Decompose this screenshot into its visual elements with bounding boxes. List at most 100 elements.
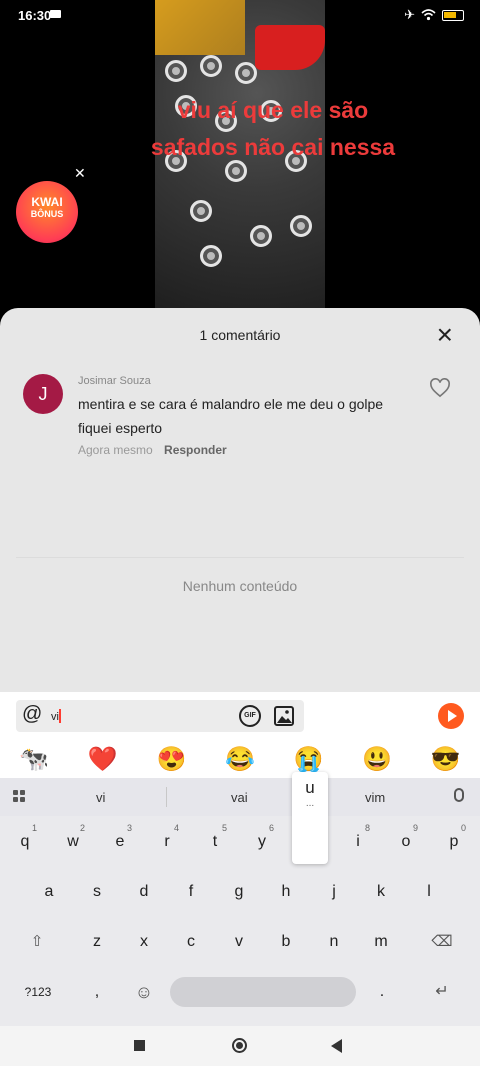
space-key[interactable]	[170, 977, 356, 1007]
key-j[interactable]: j	[314, 872, 354, 912]
camera-icon	[50, 10, 61, 18]
key-d[interactable]: d	[124, 872, 164, 912]
key-x[interactable]: x	[124, 922, 164, 962]
kwai-bonus-button[interactable]: KWAI BÔNUS	[16, 181, 78, 243]
emoji-button[interactable]: 🐄	[19, 745, 49, 774]
key-o[interactable]: o9	[386, 822, 426, 862]
key-n[interactable]: n	[314, 922, 354, 962]
key-preview-hint: ...	[305, 798, 315, 809]
caption-line: safados não cai nessa	[150, 134, 396, 160]
key-p[interactable]: p0	[434, 822, 474, 862]
key-label: r	[164, 833, 170, 850]
home-icon[interactable]	[232, 1038, 247, 1053]
keyboard-suggestion-bar: vi vai vim	[0, 778, 480, 816]
key-v[interactable]: v	[219, 922, 259, 962]
key-label: t	[212, 833, 218, 850]
comma-key[interactable]: ,	[77, 972, 117, 1012]
key-preview-popup: u ...	[292, 772, 328, 864]
key-i[interactable]: i8	[338, 822, 378, 862]
video-object	[190, 200, 212, 222]
emoji-bar: 🐄 ❤️ 😍 😂 😭 😃 😎	[0, 740, 480, 778]
key-z[interactable]: z	[77, 922, 117, 962]
key-g[interactable]: g	[219, 872, 259, 912]
key-t[interactable]: t5	[195, 822, 235, 862]
comment-meta: Agora mesmo Responder	[78, 443, 227, 457]
suggestion-item[interactable]: vi	[96, 790, 105, 805]
key-l[interactable]: l	[409, 872, 449, 912]
comment-text: mentira e se cara é malandro ele me deu …	[78, 396, 384, 436]
divider	[166, 787, 167, 807]
period-key[interactable]: .	[362, 972, 402, 1012]
video-object	[200, 245, 222, 267]
key-m[interactable]: m	[361, 922, 401, 962]
emoji-button[interactable]: 😂	[225, 745, 255, 774]
key-label: y	[258, 833, 266, 850]
key-a[interactable]: a	[29, 872, 69, 912]
key-y[interactable]: y6	[242, 822, 282, 862]
key-b[interactable]: b	[266, 922, 306, 962]
kwai-bonus-subtitle: BÔNUS	[30, 209, 64, 219]
emoji-button[interactable]: 😍	[156, 745, 186, 774]
microphone-icon[interactable]	[454, 788, 464, 802]
video-caption: viu aí que ele são safados não cai nessa	[0, 92, 480, 166]
suggestion-item[interactable]: vim	[365, 790, 385, 805]
key-number: 4	[173, 823, 179, 833]
backspace-key[interactable]: ⌫	[422, 922, 462, 962]
key-preview-letter: u	[305, 778, 315, 797]
comment-input-bar: @ vi GIF	[0, 692, 480, 740]
input-text: vi	[51, 711, 59, 723]
airplane-icon: ✈	[404, 7, 415, 22]
reply-button[interactable]: Responder	[164, 443, 227, 457]
comments-title: 1 comentário	[199, 327, 281, 343]
emoji-button[interactable]: 😎	[431, 745, 461, 774]
symbols-key[interactable]: ?123	[15, 972, 61, 1012]
comment-time: Agora mesmo	[78, 443, 153, 457]
apps-grid-icon[interactable]	[13, 790, 26, 803]
empty-state: Nenhum conteúdo	[182, 578, 298, 594]
key-e[interactable]: e3	[100, 822, 140, 862]
key-label: e	[115, 833, 125, 850]
enter-key[interactable]: ↵	[422, 972, 462, 1012]
video-object	[290, 215, 312, 237]
status-time: 16:30	[18, 8, 52, 23]
recents-icon[interactable]	[134, 1040, 145, 1051]
key-c[interactable]: c	[171, 922, 211, 962]
heart-icon[interactable]	[429, 378, 451, 398]
key-f[interactable]: f	[171, 872, 211, 912]
key-r[interactable]: r4	[147, 822, 187, 862]
avatar[interactable]: J	[23, 374, 63, 414]
key-label: p	[449, 833, 459, 850]
key-number: 1	[31, 823, 37, 833]
emoji-button[interactable]: 😭	[294, 745, 324, 774]
emoji-button[interactable]: ❤️	[88, 745, 118, 774]
key-label: o	[401, 833, 411, 850]
key-k[interactable]: k	[361, 872, 401, 912]
suggestion-item[interactable]: vai	[231, 790, 248, 805]
comment-input-value: vi	[51, 709, 61, 723]
key-label: q	[20, 833, 30, 850]
mention-button[interactable]: @	[22, 703, 42, 726]
emoji-key[interactable]: ☺	[124, 972, 164, 1012]
key-h[interactable]: h	[266, 872, 306, 912]
comment-author[interactable]: Josimar Souza	[78, 375, 151, 387]
gif-button[interactable]: GIF	[239, 705, 261, 727]
key-s[interactable]: s	[77, 872, 117, 912]
key-number: 2	[79, 823, 85, 833]
key-number: 6	[268, 823, 274, 833]
key-w[interactable]: w2	[53, 822, 93, 862]
comments-sheet: 1 comentário × J Josimar Souza mentira e…	[0, 308, 480, 692]
close-icon[interactable]: ✕	[74, 165, 86, 182]
video-object	[155, 0, 245, 55]
shift-key[interactable]: ⇧	[17, 922, 57, 962]
send-button[interactable]	[438, 703, 464, 729]
key-label: w	[67, 833, 79, 850]
image-icon[interactable]	[273, 705, 295, 727]
key-q[interactable]: q1	[5, 822, 45, 862]
caption-line: viu aí que ele são	[177, 97, 369, 123]
key-number: 9	[412, 823, 418, 833]
key-number: 5	[221, 823, 227, 833]
emoji-button[interactable]: 😃	[362, 745, 392, 774]
back-icon[interactable]	[331, 1039, 342, 1053]
close-icon[interactable]: ×	[437, 321, 453, 349]
comment-input[interactable]: @ vi GIF	[16, 700, 304, 732]
